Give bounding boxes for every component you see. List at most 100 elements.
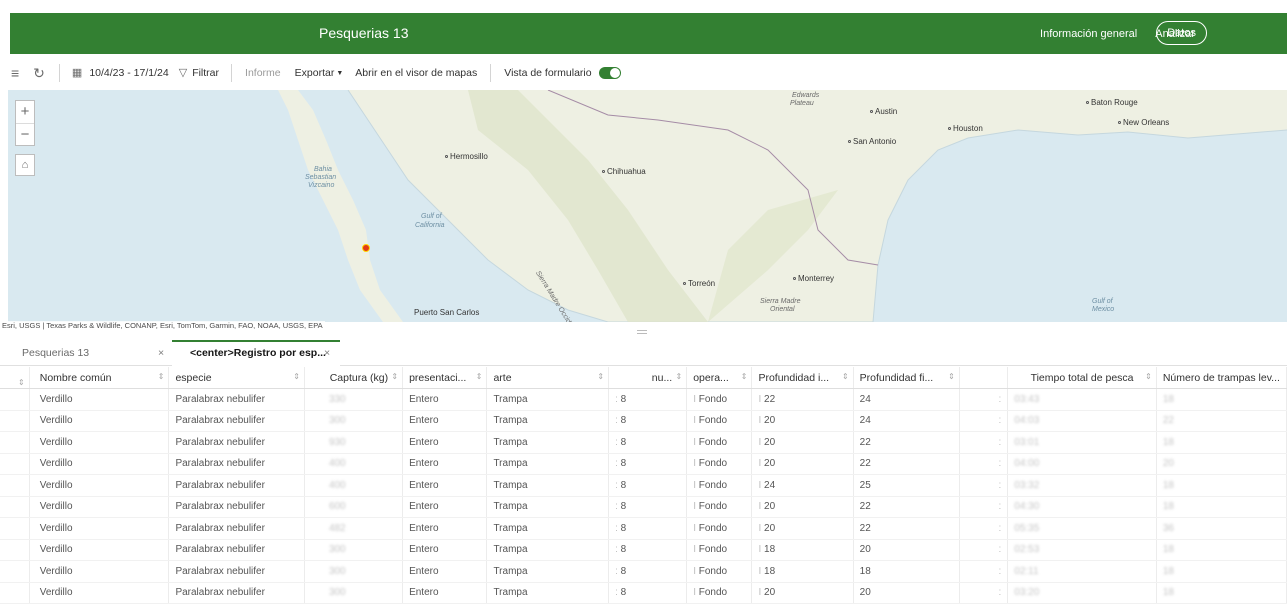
row-select-cell[interactable] — [0, 496, 30, 518]
table-cell: 18 — [1156, 539, 1287, 561]
row-select-cell[interactable] — [0, 560, 30, 583]
row-select-cell[interactable] — [0, 410, 30, 432]
date-range-button[interactable]: ▦ 10/4/23 - 17/1/24 — [72, 58, 169, 88]
column-header-captura[interactable]: Captura (kg) ⇕ — [304, 367, 404, 389]
table-cell: 22 — [853, 496, 960, 518]
table-cell: Trampa — [486, 453, 610, 475]
nav-datos[interactable]: Datos — [1156, 21, 1207, 45]
map-label-bahia-1: Bahia — [314, 166, 332, 173]
sort-icon: ⇕ — [391, 371, 399, 381]
home-button[interactable]: ⌂ — [15, 154, 35, 176]
export-button[interactable]: Exportar ▼ — [295, 58, 344, 88]
table-cell: 04:00 — [1007, 453, 1157, 475]
open-map-viewer-button[interactable]: Abrir en el visor de mapas — [355, 58, 477, 88]
table-cell: Verdillo — [29, 560, 170, 583]
table-cell: Trampa — [486, 539, 610, 561]
menu-button[interactable]: ≡ — [11, 58, 19, 88]
filter-label: Filtrar — [192, 67, 220, 79]
table-row[interactable]: Verdillo Paralabrax nebulifer 330 Entero Tra… — [0, 388, 1287, 411]
column-header-tiempo-total[interactable]: Tiempo total de pesca ⇕ — [1007, 367, 1157, 389]
table-row[interactable]: Verdillo Paralabrax nebulifer 482 Entero Tra… — [0, 517, 1287, 540]
table-cell: 330 — [304, 388, 404, 411]
column-header-operacion[interactable]: opera... ⇕ — [686, 367, 753, 389]
column-header-arte[interactable]: arte ⇕ — [486, 367, 610, 389]
table-cell: : 8 — [608, 560, 688, 583]
row-select-cell[interactable] — [0, 453, 30, 475]
map-label-gulf-mexico-1: Gulf of — [1092, 298, 1113, 305]
column-header-select[interactable]: ⇕ — [0, 367, 30, 389]
column-header-profundidad-inicial[interactable]: Profundidad i... ⇕ — [751, 367, 854, 389]
row-select-cell[interactable] — [0, 539, 30, 561]
sort-icon: ⇕ — [675, 371, 683, 381]
table-cell: Verdillo — [29, 539, 170, 561]
tab-registro-por-especie[interactable]: <center>Registro por esp... × — [172, 340, 340, 366]
table-row[interactable]: Verdillo Paralabrax nebulifer 400 Entero Tra… — [0, 453, 1287, 475]
table-cell: : — [959, 582, 1009, 604]
table-cell: I 20 — [751, 431, 854, 454]
map-attribution: Esri, USGS | Texas Parks & Wildlife, CON… — [0, 321, 325, 330]
table-cell: Entero — [402, 388, 488, 411]
table-cell: : — [959, 474, 1009, 497]
row-select-cell[interactable] — [0, 582, 30, 604]
table-cell: 03:20 — [1007, 582, 1157, 604]
table-cell: Entero — [402, 582, 488, 604]
column-header-especie[interactable]: especie ⇕ — [168, 367, 305, 389]
row-select-cell[interactable] — [0, 388, 30, 411]
map-label-bahia-2: Sebastian — [305, 174, 337, 181]
column-header-nombre-comun[interactable]: Nombre común ⇕ — [29, 367, 170, 389]
map-label-gulf-california-2: California — [415, 222, 445, 229]
row-select-cell[interactable] — [0, 517, 30, 540]
table-cell: 300 — [304, 582, 404, 604]
table-cell: Paralabrax nebulifer — [168, 453, 305, 475]
table-row[interactable]: Verdillo Paralabrax nebulifer 300 Entero Tra… — [0, 410, 1287, 432]
table-cell: : 8 — [608, 539, 688, 561]
table-cell: : — [959, 431, 1009, 454]
table-row[interactable]: Verdillo Paralabrax nebulifer 930 Entero Tra… — [0, 431, 1287, 454]
location-marker[interactable] — [362, 244, 370, 252]
export-label: Exportar — [294, 67, 335, 79]
table-row[interactable]: Verdillo Paralabrax nebulifer 300 Entero Tra… — [0, 539, 1287, 561]
refresh-button[interactable]: ↻ — [33, 58, 45, 88]
table-cell: : — [959, 453, 1009, 475]
table-row[interactable]: Verdillo Paralabrax nebulifer 300 Entero Tra… — [0, 560, 1287, 583]
table-cell: : 8 — [608, 474, 688, 497]
table-cell: Paralabrax nebulifer — [168, 560, 305, 583]
table-cell: : 8 — [608, 431, 688, 454]
row-select-cell[interactable] — [0, 431, 30, 454]
report-button[interactable]: Informe — [245, 58, 281, 88]
table-cell: 18 — [1156, 582, 1287, 604]
panel-resize-handle[interactable] — [637, 330, 647, 334]
table-cell: : — [959, 496, 1009, 518]
table-cell: 18 — [1156, 431, 1287, 454]
table-cell: : — [959, 517, 1009, 540]
map-label-bahia-3: Vizcaino — [308, 182, 335, 189]
table-cell: Paralabrax nebulifer — [168, 539, 305, 561]
nav-informacion-general[interactable]: Información general — [1040, 28, 1137, 40]
map-label-hermosillo: Hermosillo — [445, 152, 488, 161]
column-header-numero-trampas[interactable]: Número de trampas lev... — [1156, 367, 1287, 389]
table-row[interactable]: Verdillo Paralabrax nebulifer 400 Entero Tra… — [0, 474, 1287, 497]
table-row[interactable]: Verdillo Paralabrax nebulifer 600 Entero Tra… — [0, 496, 1287, 518]
table-cell: I Fondo — [686, 453, 753, 475]
table-cell: 18 — [1156, 496, 1287, 518]
zoom-out-button[interactable]: − — [16, 123, 34, 145]
sort-icon[interactable]: ⇕ — [18, 378, 25, 387]
form-view-toggle[interactable] — [598, 58, 621, 88]
close-icon[interactable]: × — [158, 340, 164, 366]
tab-pesquerias-13[interactable]: Pesquerias 13 × — [0, 340, 172, 366]
column-header-presentacion[interactable]: presentaci... ⇕ — [402, 367, 488, 389]
table-cell: 02:53 — [1007, 539, 1157, 561]
table-cell: 18 — [1156, 474, 1287, 497]
filter-button[interactable]: ▽ Filtrar — [179, 58, 219, 88]
table-cell: 03:32 — [1007, 474, 1157, 497]
table-cell: 25 — [853, 474, 960, 497]
map-view[interactable]: Edwards Plateau Austin San Antonio Houst… — [8, 90, 1287, 322]
zoom-in-button[interactable]: + — [16, 101, 34, 123]
table-row[interactable]: Verdillo Paralabrax nebulifer 300 Entero Tra… — [0, 582, 1287, 604]
table-cell: 300 — [304, 539, 404, 561]
row-select-cell[interactable] — [0, 474, 30, 497]
column-header-blank[interactable] — [959, 367, 1009, 389]
column-header-profundidad-final[interactable]: Profundidad fi... ⇕ — [853, 367, 960, 389]
column-header-numero[interactable]: nu... ⇕ — [608, 367, 688, 389]
close-icon[interactable]: × — [324, 342, 330, 364]
